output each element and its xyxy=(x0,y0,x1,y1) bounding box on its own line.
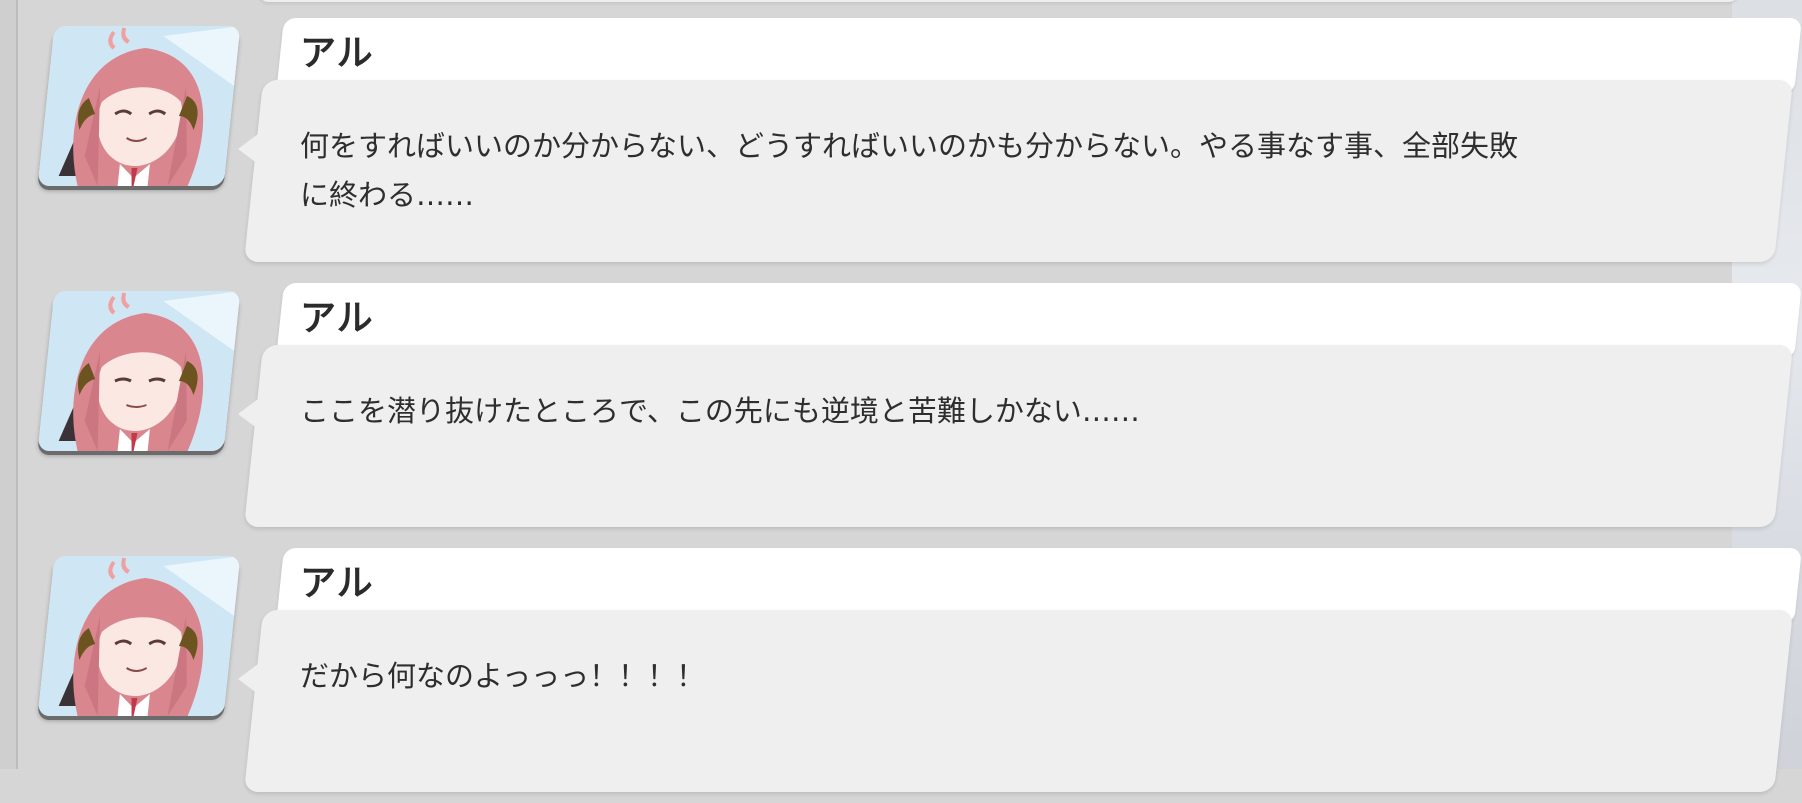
speaker-name: アル xyxy=(300,563,374,604)
previous-message-edge xyxy=(258,0,1742,2)
chat-message: アル ここを潜り抜けたところで、この先にも逆境と苦難しかない…… xyxy=(0,283,1802,538)
speaker-name: アル xyxy=(300,33,374,74)
portrait-image xyxy=(37,291,241,451)
avatar-icon[interactable] xyxy=(37,291,241,451)
message-bubble xyxy=(244,345,1794,527)
chat-message: アル 何をすればいいのか分からない、どうすればいいのかも分からない。やる事なす事… xyxy=(0,18,1802,273)
bubble-tail xyxy=(238,664,258,694)
bubble-tail xyxy=(238,134,258,164)
message-bubble xyxy=(244,610,1794,792)
portrait-image xyxy=(37,26,241,186)
chat-message: アル だから何なのよっっっ！！！！ xyxy=(0,548,1802,803)
portrait-image xyxy=(37,556,241,716)
avatar-icon[interactable] xyxy=(37,26,241,186)
bubble-tail xyxy=(238,399,258,429)
message-text: ここを潜り抜けたところで、この先にも逆境と苦難しかない…… xyxy=(300,394,1140,428)
message-text: だから何なのよっっっ！！！！ xyxy=(300,659,706,693)
speaker-name: アル xyxy=(300,298,374,339)
message-text: 何をすればいいのか分からない、どうすればいいのかも分からない。やる事なす事、全部… xyxy=(300,129,1519,212)
avatar-icon[interactable] xyxy=(37,556,241,716)
